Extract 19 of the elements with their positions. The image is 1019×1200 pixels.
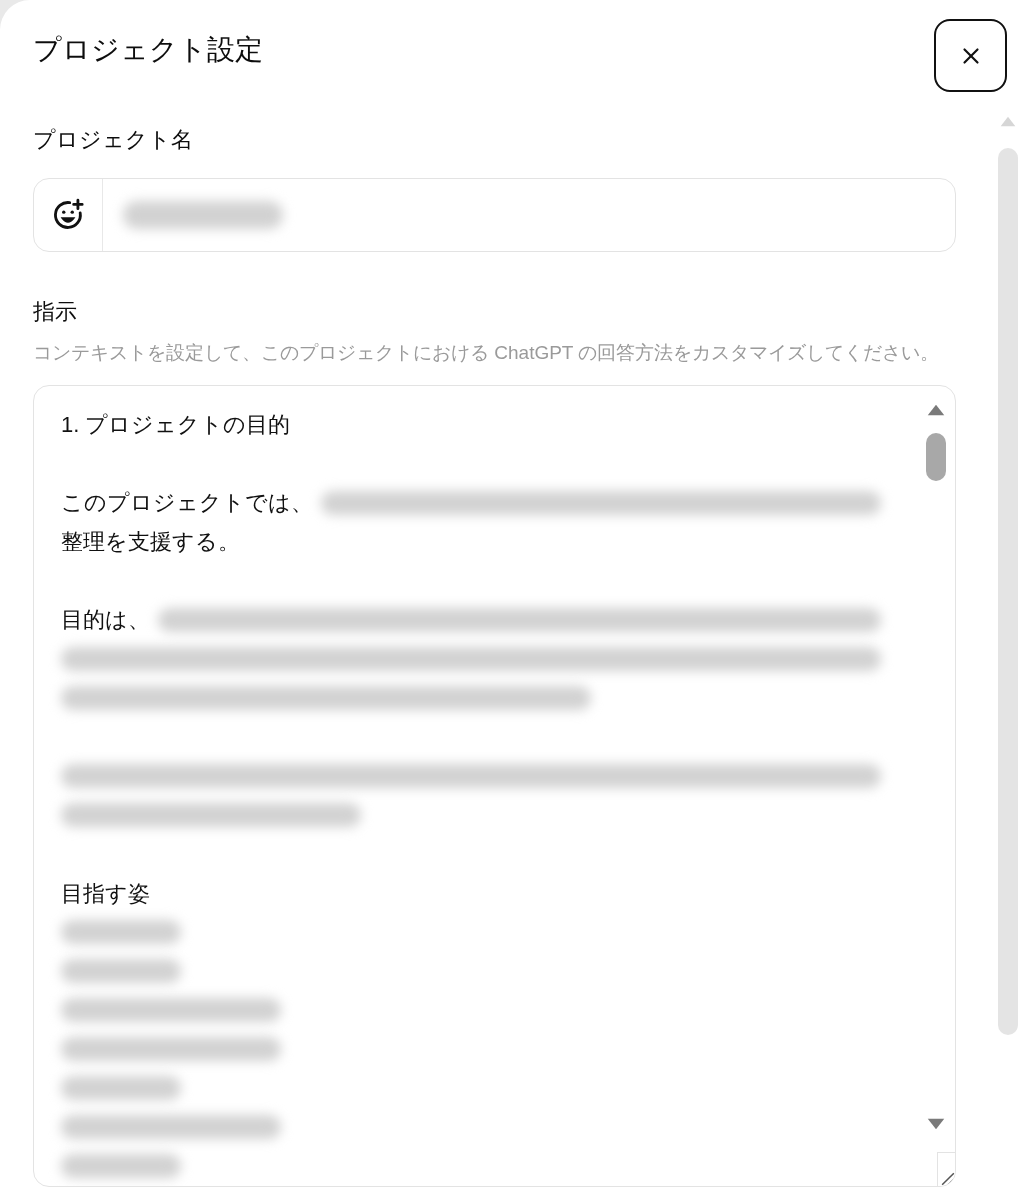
- instructions-field[interactable]: 1. プロジェクトの目的 このプロジェクトでは、 整理を支援する。 目的は、 目指す姿: [33, 385, 956, 1187]
- instruction-text: 整理を支援する。: [61, 528, 240, 557]
- close-button[interactable]: [934, 19, 1007, 92]
- scrollbar-thumb[interactable]: [997, 148, 1018, 1035]
- smiley-plus-icon[interactable]: [51, 198, 85, 232]
- dialog-title: プロジェクト設定: [33, 33, 263, 67]
- instruction-text: 目的は、: [61, 606, 150, 635]
- instruction-text: 1. プロジェクトの目的: [61, 411, 291, 439]
- project-name-field[interactable]: [33, 178, 956, 252]
- instruction-text: このプロジェクトでは、: [61, 489, 313, 518]
- scroll-up-arrow-icon[interactable]: [926, 404, 945, 416]
- field-hint: コンテキストを設定して、このプロジェクトにおける ChatGPT の回答方法をカスタマイズしてください。: [33, 341, 940, 365]
- scroll-down-arrow-icon[interactable]: [926, 1118, 945, 1130]
- instruction-text: 目指す姿: [61, 879, 150, 908]
- field-label: 指示: [33, 298, 77, 326]
- field-label: プロジェクト名: [33, 126, 193, 154]
- scrollbar-thumb[interactable]: [925, 433, 946, 481]
- resize-grip-icon: [941, 1172, 955, 1186]
- resize-handle[interactable]: [937, 1152, 955, 1186]
